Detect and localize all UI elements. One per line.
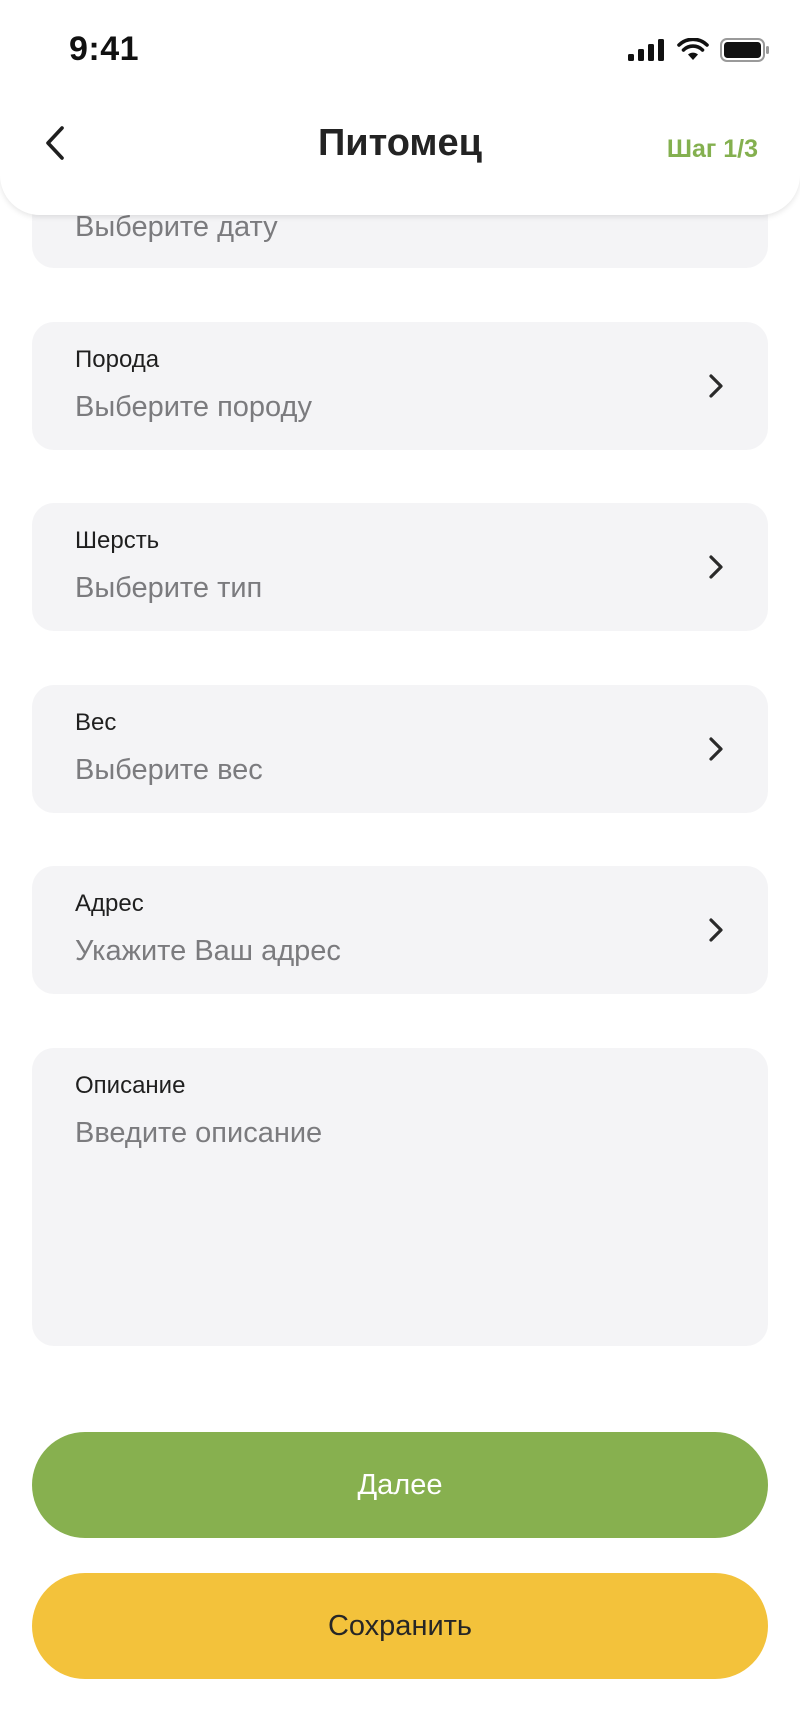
address-value: Укажите Ваш адрес — [75, 935, 341, 967]
chevron-right-icon — [704, 551, 728, 583]
chevron-right-icon — [704, 733, 728, 765]
fur-value: Выберите тип — [75, 572, 263, 604]
fur-field[interactable]: Шерсть Выберите тип — [32, 503, 768, 631]
weight-value: Выберите вес — [75, 754, 263, 786]
breed-value: Выберите породу — [75, 391, 312, 423]
battery-icon — [720, 38, 770, 62]
weight-field[interactable]: Вес Выберите вес — [32, 685, 768, 813]
chevron-right-icon — [704, 370, 728, 402]
weight-label: Вес — [75, 709, 117, 736]
step-indicator: Шаг 1/3 — [666, 135, 758, 163]
header: 9:41 Питомец Шаг 1/3 — [0, 0, 800, 215]
fur-label: Шерсть — [75, 527, 160, 554]
signal-icon — [628, 39, 666, 61]
address-label: Адрес — [75, 890, 144, 917]
description-field[interactable]: Описание Введите описание — [32, 1048, 768, 1346]
address-field[interactable]: Адрес Укажите Ваш адрес — [32, 866, 768, 994]
breed-label: Порода — [75, 346, 160, 373]
next-button[interactable]: Далее — [32, 1432, 768, 1538]
birthdate-value: Выберите дату — [75, 211, 278, 243]
chevron-right-icon — [704, 914, 728, 946]
wifi-icon — [677, 38, 709, 62]
status-icons — [628, 38, 770, 62]
breed-field[interactable]: Порода Выберите породу — [32, 322, 768, 450]
pet-form-screen: Выберите дату Порода Выберите породу Шер… — [0, 0, 800, 1732]
status-time: 9:41 — [69, 30, 140, 68]
description-placeholder: Введите описание — [75, 1117, 323, 1149]
description-label: Описание — [75, 1072, 186, 1099]
status-bar: 9:41 — [0, 0, 800, 100]
nav-bar: Питомец Шаг 1/3 — [0, 100, 800, 200]
save-button[interactable]: Сохранить — [32, 1573, 768, 1679]
